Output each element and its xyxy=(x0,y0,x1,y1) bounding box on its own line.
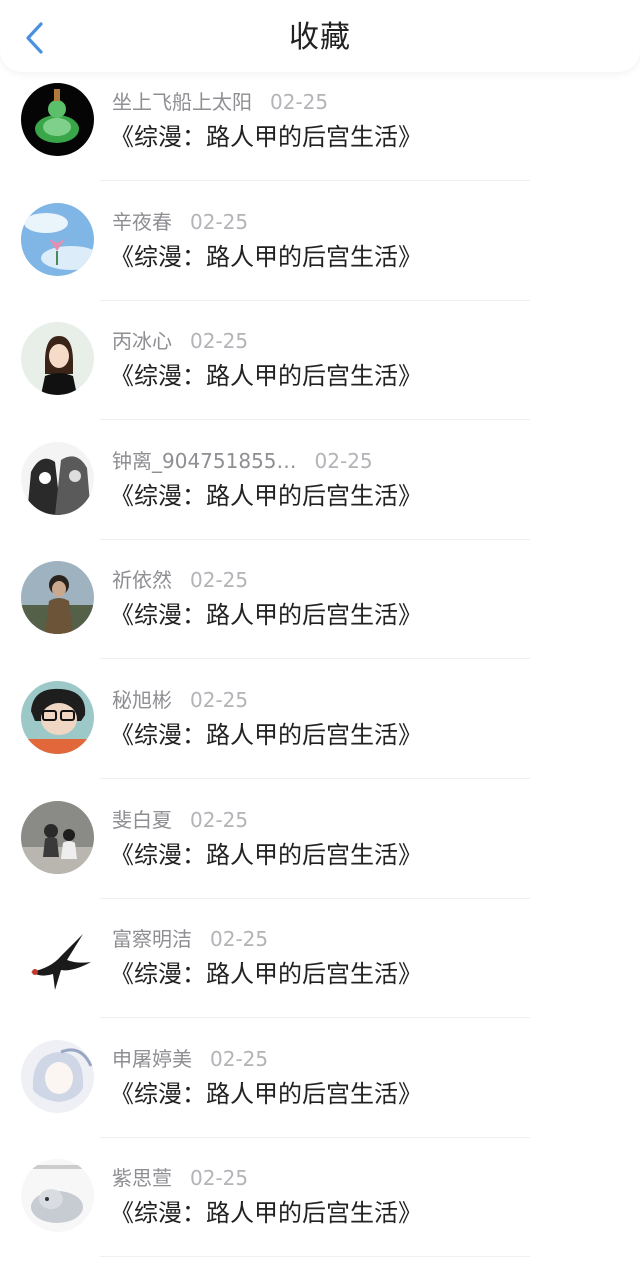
date: 02-25 xyxy=(210,927,269,952)
book-title: 《综漫：路人甲的后宫生活》 xyxy=(110,242,422,271)
user-name: 斐白夏 xyxy=(112,807,172,832)
user-name: 祈依然 xyxy=(112,568,172,593)
book-title: 《综漫：路人甲的后宫生活》 xyxy=(110,481,422,510)
nav-bar: 收藏 xyxy=(0,0,640,72)
page-title: 收藏 xyxy=(289,20,351,55)
user-name: 紫思萱 xyxy=(112,1166,172,1191)
book-title: 《综漫：路人甲的后宫生活》 xyxy=(110,601,422,630)
avatar[interactable] xyxy=(21,202,94,276)
user-name: 富察明洁 xyxy=(112,927,192,952)
user-name: 丙冰心 xyxy=(112,329,172,354)
book-title: 《综漫：路人甲的后宫生活》 xyxy=(110,960,422,989)
divider xyxy=(100,538,530,540)
divider xyxy=(100,419,530,421)
list-item[interactable]: 钟离_904751855… 02-25 《综漫：路人甲的后宫生活》 xyxy=(0,431,640,551)
book-title: 《综漫：路人甲的后宫生活》 xyxy=(110,1199,422,1228)
avatar[interactable] xyxy=(21,1159,94,1233)
date: 02-25 xyxy=(314,448,373,473)
avatar[interactable] xyxy=(21,83,94,156)
date: 02-25 xyxy=(190,568,249,593)
divider xyxy=(100,1136,530,1138)
user-name: 钟离_904751855… xyxy=(112,448,297,473)
avatar[interactable] xyxy=(21,322,94,396)
divider xyxy=(100,299,530,301)
date: 02-25 xyxy=(190,209,249,234)
date: 02-25 xyxy=(190,807,249,832)
avatar[interactable] xyxy=(21,920,94,994)
avatar[interactable] xyxy=(21,441,94,515)
user-name: 申屠婷美 xyxy=(112,1046,192,1071)
list-item[interactable]: 辛夜春 02-25 《综漫：路人甲的后宫生活》 xyxy=(0,192,640,312)
list-item[interactable]: 斐白夏 02-25 《综漫：路人甲的后宫生活》 xyxy=(0,790,640,910)
list-item[interactable]: 丙冰心 02-25 《综漫：路人甲的后宫生活》 xyxy=(0,311,640,431)
divider xyxy=(100,180,530,181)
avatar[interactable] xyxy=(21,680,94,754)
divider xyxy=(100,777,530,779)
list-item[interactable]: 秘旭彬 02-25 《综漫：路人甲的后宫生活》 xyxy=(0,670,640,790)
book-title: 《综漫：路人甲的后宫生活》 xyxy=(110,720,422,749)
divider xyxy=(100,1256,530,1258)
divider xyxy=(100,897,530,899)
list-item[interactable]: 祈依然 02-25 《综漫：路人甲的后宫生活》 xyxy=(0,550,640,670)
date: 02-25 xyxy=(210,1046,269,1071)
book-title: 《综漫：路人甲的后宫生活》 xyxy=(110,362,422,391)
date: 02-25 xyxy=(190,329,249,354)
avatar[interactable] xyxy=(21,561,94,635)
book-title: 《综漫：路人甲的后宫生活》 xyxy=(110,840,422,869)
list-item[interactable]: 富察明洁 02-25 《综漫：路人甲的后宫生活》 xyxy=(0,909,640,1029)
user-name: 辛夜春 xyxy=(112,209,172,234)
book-title: 《综漫：路人甲的后宫生活》 xyxy=(110,123,422,151)
favorites-list: 坐上飞船上太阳 02-25 《综漫：路人甲的后宫生活》 辛夜春 02-25 《综漫：… xyxy=(0,72,640,1268)
date: 02-25 xyxy=(190,1166,249,1191)
avatar[interactable] xyxy=(21,1039,94,1113)
list-item[interactable]: 紫思萱 02-25 《综漫：路人甲的后宫生活》 xyxy=(0,1148,640,1268)
divider xyxy=(100,1017,530,1019)
divider xyxy=(100,658,530,660)
date: 02-25 xyxy=(270,90,329,114)
list-item[interactable]: 申屠婷美 02-25 《综漫：路人甲的后宫生活》 xyxy=(0,1029,640,1149)
user-name: 秘旭彬 xyxy=(112,687,172,712)
list-item[interactable]: 坐上飞船上太阳 02-25 《综漫：路人甲的后宫生活》 xyxy=(0,72,640,192)
avatar[interactable] xyxy=(21,800,94,874)
date: 02-25 xyxy=(190,687,249,712)
user-name: 坐上飞船上太阳 xyxy=(112,90,252,114)
book-title: 《综漫：路人甲的后宫生活》 xyxy=(110,1079,422,1108)
